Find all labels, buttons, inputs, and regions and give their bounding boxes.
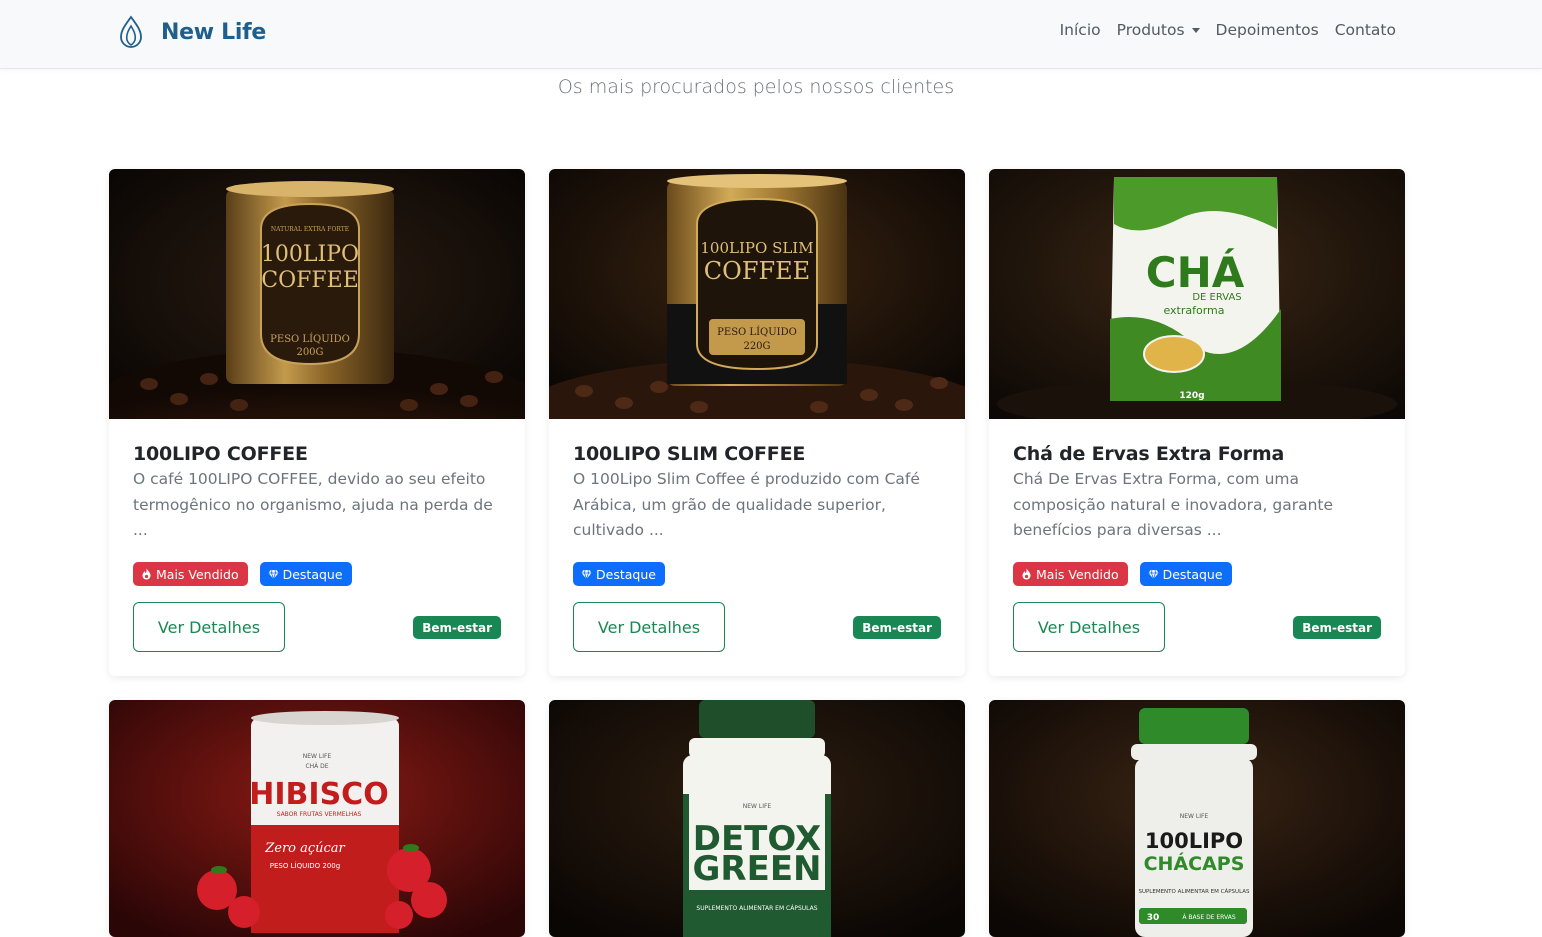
pouch-text: 120g xyxy=(1179,391,1204,401)
can-text: COFFEE xyxy=(261,268,359,293)
bottle-text: SUPLEMENTO ALIMENTAR EM CÁPSULAS xyxy=(696,905,817,912)
view-details-button[interactable]: Ver Detalhes xyxy=(133,602,285,652)
featured-badge: Destaque xyxy=(573,562,665,586)
product-card: NATURAL EXTRA FORTE 100LIPO COFFEE PESO … xyxy=(109,169,525,676)
bottle-text: CHÁCAPS xyxy=(1144,852,1245,875)
main-nav: Início Produtos Depoimentos Contato xyxy=(1044,21,1396,39)
brand-link[interactable]: New Life xyxy=(118,15,266,49)
nav-link-inicio[interactable]: Início xyxy=(1060,21,1101,39)
best-seller-badge: Mais Vendido xyxy=(1013,562,1128,586)
product-description: Chá De Ervas Extra Forma, com uma compos… xyxy=(1013,470,1334,539)
fire-icon xyxy=(1022,568,1031,580)
nav-label: Depoimentos xyxy=(1215,21,1319,39)
product-image[interactable]: CHÁ DE ERVAS extraforma 120g xyxy=(989,169,1405,419)
product-card: CHÁ DE ERVAS extraforma 120g Chá de Erva… xyxy=(989,169,1405,676)
navbar: New Life Início Produtos Depoimentos Con… xyxy=(0,0,1542,69)
can-text: SABOR FRUTAS VERMELHAS xyxy=(277,811,362,818)
pouch-text: CHÁ xyxy=(1146,247,1245,297)
product-card: NEW LIFE 100LIPO CHÁCAPS SUPLEMENTO ALIM… xyxy=(989,700,1405,937)
product-image[interactable]: NEW LIFE 100LIPO CHÁCAPS SUPLEMENTO ALIM… xyxy=(989,700,1405,937)
can-text: PESO LÍQUIDO 200g xyxy=(270,861,340,870)
bottle-text: À BASE DE ERVAS xyxy=(1182,914,1236,921)
caret-down-icon xyxy=(1191,27,1200,33)
product-title: 100LIPO COFFEE xyxy=(133,443,308,465)
best-seller-badge: Mais Vendido xyxy=(133,562,248,586)
can-text: PESO LÍQUIDO xyxy=(270,333,350,345)
badge-label: Destaque xyxy=(282,566,343,582)
product-title: 100LIPO SLIM COFFEE xyxy=(573,443,806,465)
product-description: O 100Lipo Slim Coffee é produzido com Ca… xyxy=(573,470,920,539)
can-text: NEW LIFE xyxy=(303,753,332,760)
product-card: NEW LIFE DETOX GREEN SUPLEMENTO ALIMENTA… xyxy=(549,700,965,937)
can-text: Zero açúcar xyxy=(264,841,345,856)
badge-label: Mais Vendido xyxy=(1036,566,1119,582)
section-subtitle: Os mais procurados pelos nossos clientes xyxy=(557,76,955,98)
nav-label: Produtos xyxy=(1116,21,1185,39)
can-text: 100LIPO xyxy=(261,242,359,267)
card-body: 100LIPO SLIM COFFEE O 100Lipo Slim Coffe… xyxy=(549,419,965,676)
featured-badge: Destaque xyxy=(259,562,352,586)
fire-icon xyxy=(142,568,151,580)
badge-label: Mais Vendido xyxy=(156,566,239,582)
pouch-text: DE ERVAS xyxy=(1192,292,1241,303)
nav-label: Início xyxy=(1059,21,1101,39)
bottle-text: NEW LIFE xyxy=(1180,813,1209,820)
can-text: CHÁ DE xyxy=(305,763,328,770)
bottle-text: SUPLEMENTO ALIMENTAR EM CÁPSULAS xyxy=(1138,888,1250,895)
card-body: 100LIPO COFFEE O café 100LIPO COFFEE, de… xyxy=(109,419,525,676)
bottle-text: 100LIPO xyxy=(1145,829,1243,853)
bottle-text: 30 xyxy=(1147,913,1160,923)
product-card: 100LIPO SLIM COFFEE PESO LÍQUIDO 220G 10… xyxy=(549,169,965,676)
can-text: 220G xyxy=(743,341,770,352)
view-details-button[interactable]: Ver Detalhes xyxy=(1013,602,1165,652)
nav-dropdown-produtos[interactable]: Produtos xyxy=(1117,21,1200,39)
card-body: Chá de Ervas Extra Forma Chá De Ervas Ex… xyxy=(989,419,1405,676)
badge-label: Destaque xyxy=(596,566,656,582)
featured-badge: Destaque xyxy=(1139,562,1232,586)
category-badge: Bem-estar xyxy=(1293,616,1381,639)
product-image[interactable]: NEW LIFE CHÁ DE HIBISCO SABOR FRUTAS VER… xyxy=(109,700,525,937)
gem-icon xyxy=(1148,569,1159,580)
pouch-text: extraforma xyxy=(1163,304,1224,317)
product-image[interactable]: NATURAL EXTRA FORTE 100LIPO COFFEE PESO … xyxy=(109,169,525,419)
bottle-text: GREEN xyxy=(693,849,822,889)
nav-link-contato[interactable]: Contato xyxy=(1335,21,1396,39)
product-image[interactable]: 100LIPO SLIM COFFEE PESO LÍQUIDO 220G xyxy=(549,169,965,419)
product-image[interactable]: NEW LIFE DETOX GREEN SUPLEMENTO ALIMENTA… xyxy=(549,700,965,937)
nav-link-depoimentos[interactable]: Depoimentos xyxy=(1216,21,1319,39)
nav-label: Contato xyxy=(1334,21,1396,39)
badge-group: Mais Vendido Destaque xyxy=(1013,562,1232,586)
badge-group: Mais Vendido Destaque xyxy=(133,562,352,586)
can-text: 200G xyxy=(296,347,323,358)
gem-icon xyxy=(268,569,279,580)
category-badge: Bem-estar xyxy=(413,616,501,639)
can-text: HIBISCO xyxy=(249,777,388,812)
view-details-button[interactable]: Ver Detalhes xyxy=(573,602,725,652)
product-description: O café 100LIPO COFFEE, devido ao seu efe… xyxy=(133,470,493,539)
can-text: 100LIPO SLIM xyxy=(700,239,813,257)
brand-name: New Life xyxy=(161,19,266,45)
gem-icon xyxy=(581,569,592,580)
badge-label: Destaque xyxy=(1162,566,1223,582)
category-badge: Bem-estar xyxy=(853,616,941,639)
can-text: COFFEE xyxy=(704,257,810,285)
product-card: NEW LIFE CHÁ DE HIBISCO SABOR FRUTAS VER… xyxy=(109,700,525,937)
product-title: Chá de Ervas Extra Forma xyxy=(1013,443,1285,465)
can-text: PESO LÍQUIDO xyxy=(717,326,797,338)
badge-group: Destaque xyxy=(573,562,665,586)
can-text: NATURAL EXTRA FORTE xyxy=(271,226,349,233)
bottle-text: NEW LIFE xyxy=(743,803,772,810)
flame-drop-icon xyxy=(120,15,142,48)
